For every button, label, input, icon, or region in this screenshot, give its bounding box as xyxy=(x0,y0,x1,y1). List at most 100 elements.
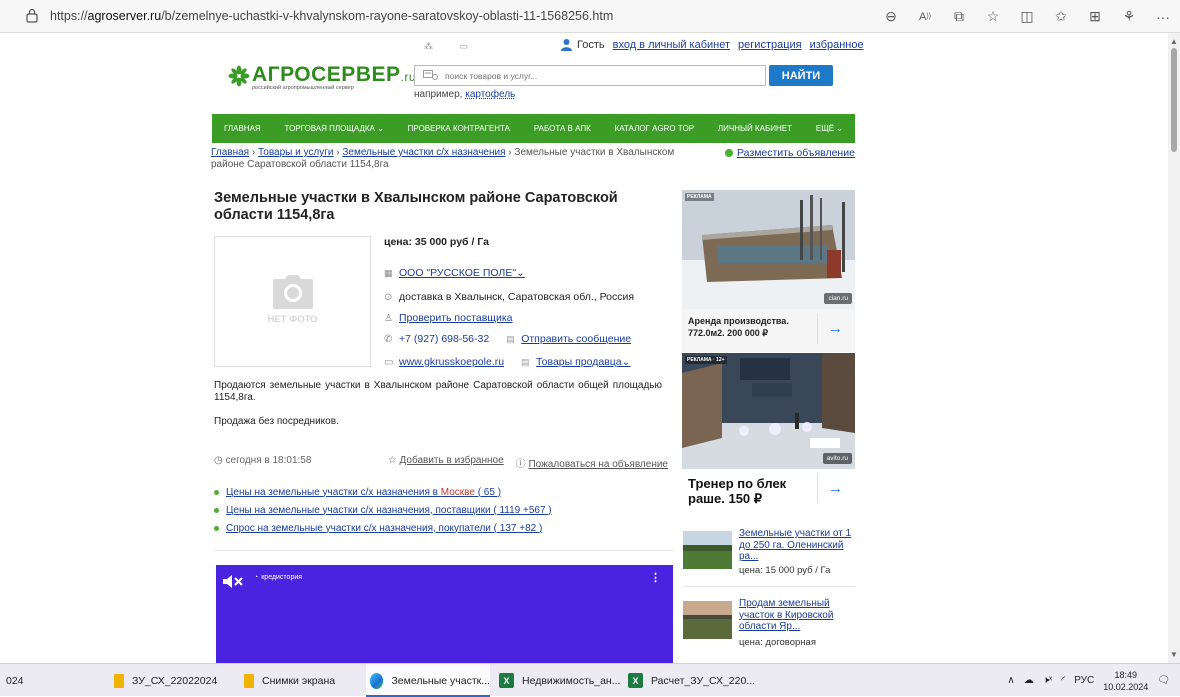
taskbar-item[interactable]: Снимки экрана xyxy=(244,664,335,697)
goods-icon: ▤ xyxy=(521,357,530,367)
search-input[interactable] xyxy=(415,66,765,86)
message-icon: ▤ xyxy=(506,334,515,344)
list-item: Спрос на земельные участки с/х назначени… xyxy=(214,519,552,537)
clock[interactable]: 18:49 10.02.2024 xyxy=(1103,669,1148,693)
taskbar-item[interactable]: X Недвижимость_ан... xyxy=(499,664,620,697)
ad-text: Тренер по блек раше. 150 ₽ xyxy=(688,476,787,506)
taskbar-item[interactable]: 024 xyxy=(6,664,24,697)
phone-link[interactable]: +7 (927) 698-56-32 xyxy=(399,333,489,345)
muted-speaker-icon[interactable] xyxy=(222,573,244,590)
kebab-menu-icon[interactable]: ⋮ xyxy=(650,571,661,584)
no-photo-label: НЕТ ФОТО xyxy=(267,314,318,325)
post-ad-link[interactable]: Разместить объявление xyxy=(737,147,855,159)
company-row: ▦ ООО "РУССКОЕ ПОЛЕ"⌄ xyxy=(384,267,525,279)
notifications-icon[interactable]: 🗨 xyxy=(1157,675,1170,686)
ad-source: avito.ru xyxy=(822,453,852,464)
chevron-up-icon[interactable]: ∧ xyxy=(1007,675,1014,686)
main-nav: ГЛАВНАЯ ТОРГОВАЯ ПЛОЩАДКА ⌄ ПРОВЕРКА КОН… xyxy=(212,114,855,143)
nav-more[interactable]: ЕЩЁ ⌄ xyxy=(816,124,843,133)
favorites-icon[interactable]: ✩ xyxy=(1044,0,1078,33)
more-menu-icon[interactable]: ··· xyxy=(1146,0,1180,33)
ad-divider xyxy=(817,314,818,344)
favorite-star-icon[interactable]: ☆ xyxy=(976,0,1010,33)
nav-jobs[interactable]: РАБОТА В АПК xyxy=(534,124,591,133)
search-field[interactable] xyxy=(414,65,766,86)
post-ad[interactable]: Разместить объявление xyxy=(725,147,855,159)
wifi-icon[interactable]: ◜ xyxy=(1061,675,1065,686)
divider xyxy=(683,586,855,587)
company-icon: ▦ xyxy=(384,268,393,278)
logo-wordmark: АГРОСЕРВЕР.ru xyxy=(252,63,417,86)
lock-icon[interactable] xyxy=(26,8,38,23)
arrow-right-icon[interactable]: → xyxy=(828,480,848,497)
scroll-down-icon[interactable]: ▼ xyxy=(1170,650,1178,659)
search-catalog-icon xyxy=(423,70,438,80)
app-available-icon[interactable]: ⧉ xyxy=(942,0,976,33)
send-message-link[interactable]: Отправить сообщение xyxy=(521,333,631,345)
ad-card[interactable]: РЕКЛАМА cian.ru Аренда производства. 772… xyxy=(682,190,855,352)
collections-icon[interactable]: ⊞ xyxy=(1078,0,1112,33)
excel-icon: X xyxy=(499,673,514,688)
example-link[interactable]: картофель xyxy=(465,89,515,100)
breadcrumb-home[interactable]: Главная xyxy=(211,147,249,158)
moscow-prices-link[interactable]: Цены на земельные участки с/х назначения… xyxy=(226,487,501,498)
search-button[interactable]: НАЙТИ xyxy=(769,65,833,86)
clock-icon: ◷ xyxy=(214,455,226,466)
ad-text: Аренда производства. 772.0м2. 200 000 ₽ xyxy=(688,316,789,338)
favorites-link[interactable]: избранное xyxy=(810,39,864,51)
vertical-scrollbar[interactable]: ▲ ▼ xyxy=(1168,33,1180,663)
nav-counterparty-check[interactable]: ПРОВЕРКА КОНТРАГЕНТА xyxy=(408,124,510,133)
suppliers-link[interactable]: Цены на земельные участки с/х назначения… xyxy=(226,505,552,516)
logo-tagline: российский агропромышленный сервер xyxy=(252,85,354,91)
nav-marketplace[interactable]: ТОРГОВАЯ ПЛОЩАДКА ⌄ xyxy=(285,124,384,133)
user-check-icon: ♙ xyxy=(384,313,393,324)
zoom-icon[interactable]: ⊖ xyxy=(874,0,908,33)
extensions-icon[interactable]: ⚘ xyxy=(1112,0,1146,33)
taskbar-item[interactable]: ЗУ_СХ_22022024 xyxy=(114,664,217,697)
game-ad-image xyxy=(682,353,855,469)
delivery-text: доставка в Хвалынск, Саратовская обл., Р… xyxy=(399,291,635,303)
taskbar-item[interactable]: X Расчет_ЗУ_СХ_220... xyxy=(628,664,755,697)
person-icon xyxy=(561,39,572,51)
video-ad[interactable]: ◔ кредистория ⋮ xyxy=(216,565,673,663)
buyers-link[interactable]: Спрос на земельные участки с/х назначени… xyxy=(226,523,542,534)
location-pin-icon: ⊙ xyxy=(384,292,393,303)
listing-description-2: Продажа без посредников. xyxy=(214,416,339,427)
folder-icon xyxy=(244,673,254,688)
add-favorite[interactable]: ☆ Добавить в избранное xyxy=(388,455,504,470)
nav-cabinet[interactable]: ЛИЧНЫЙ КАБИНЕТ xyxy=(718,124,792,133)
arrow-right-icon[interactable]: → xyxy=(828,320,848,337)
ad-label: РЕКЛАМА xyxy=(685,193,714,201)
read-aloud-icon[interactable]: A)) xyxy=(908,0,942,33)
scrollbar-thumb[interactable] xyxy=(1171,48,1177,152)
login-link[interactable]: вход в личный кабинет xyxy=(613,39,730,51)
plus-dot-icon xyxy=(725,149,733,157)
ad-card[interactable]: РЕКЛАМА · 12+ avito.ru Тренер по блек ра… xyxy=(682,353,855,513)
system-tray: ∧ ☁ 🕨ˣ ◜ РУС 18:49 10.02.2024 🗨 xyxy=(1007,664,1170,697)
info-icon: ⓘ xyxy=(515,459,529,470)
nav-catalog[interactable]: КАТАЛОГ AGRO TOP xyxy=(615,124,694,133)
logo-leaf-icon xyxy=(228,65,250,87)
windows-taskbar: 024 ЗУ_СХ_22022024 Снимки экрана Земельн… xyxy=(0,663,1180,697)
complain[interactable]: ⓘ Пожаловаться на объявление xyxy=(516,455,668,470)
scroll-up-icon[interactable]: ▲ xyxy=(1170,37,1178,46)
language-indicator[interactable]: РУС xyxy=(1074,675,1094,686)
taskbar-item[interactable]: Земельные участк... xyxy=(366,664,490,697)
company-link[interactable]: ООО "РУССКОЕ ПОЛЕ"⌄ xyxy=(399,267,525,279)
phone-icon: ✆ xyxy=(384,334,393,345)
website-row: ▭ www.gkrusskoepole.ru ▤ Товары продавца… xyxy=(384,356,630,368)
seller-goods-link[interactable]: Товары продавца⌄ xyxy=(536,356,630,368)
breadcrumb-goods[interactable]: Товары и услуги xyxy=(258,147,334,158)
cloud-icon[interactable]: ☁ xyxy=(1024,675,1034,686)
website-link[interactable]: www.gkrusskoepole.ru xyxy=(399,356,504,368)
header-mini-icons[interactable]: ⁂ ▭ xyxy=(424,41,480,52)
check-supplier-link[interactable]: Проверить поставщика xyxy=(399,312,512,324)
address-bar[interactable]: https://agroserver.ru/b/zemelnye-uchastk… xyxy=(50,9,613,23)
volume-muted-icon[interactable]: 🕨ˣ xyxy=(1043,675,1053,686)
breadcrumb-category[interactable]: Земельные участки с/х назначения xyxy=(342,147,505,158)
listing-photo-placeholder: НЕТ ФОТО xyxy=(214,236,371,367)
delivery-row: ⊙ доставка в Хвалынск, Саратовская обл.,… xyxy=(384,291,634,303)
split-screen-icon[interactable]: ◫ xyxy=(1010,0,1044,33)
nav-home[interactable]: ГЛАВНАЯ xyxy=(224,124,261,133)
register-link[interactable]: регистрация xyxy=(738,39,802,51)
